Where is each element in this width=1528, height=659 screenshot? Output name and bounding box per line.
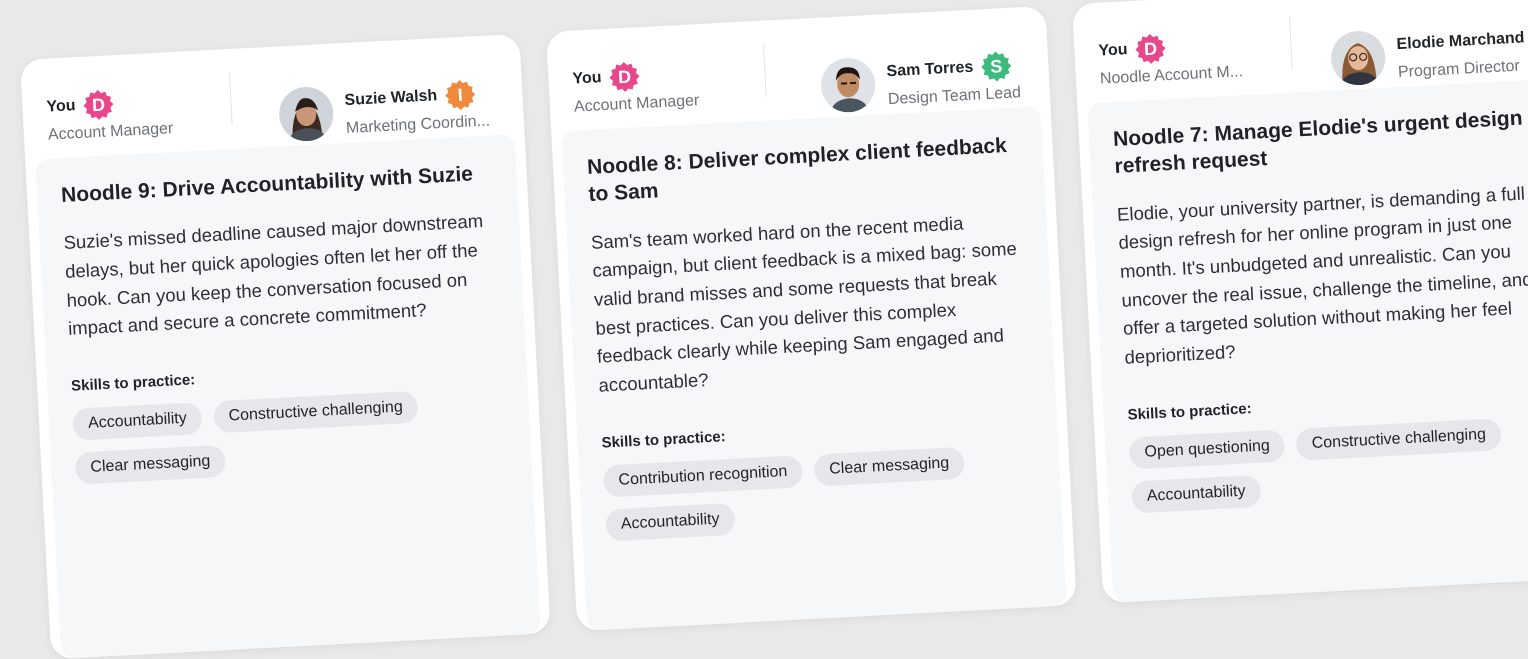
avatar: [819, 56, 877, 114]
skill-chip: Constructive challenging: [1295, 417, 1502, 461]
disc-badge-icon: D: [83, 89, 115, 121]
card-content: Noodle 8: Deliver complex client feedbac…: [561, 106, 1067, 631]
skill-chip: Constructive challenging: [212, 390, 419, 434]
scenario-card-suzie[interactable]: You D Account Manager Suzie Walsh I Mark…: [20, 33, 551, 659]
skill-chip: Clear messaging: [74, 444, 227, 485]
you-name: You: [46, 97, 76, 116]
scenario-title: Noodle 8: Deliver complex client feedbac…: [586, 134, 1008, 207]
counterpart-name: Elodie Marchand: [1396, 29, 1525, 54]
disc-badge-icon: I: [444, 79, 476, 111]
skill-chip: Accountability: [1131, 474, 1262, 514]
skills-list: Accountability Constructive challenging …: [72, 386, 507, 485]
counterpart-role: Program Director: [1397, 57, 1521, 82]
scenario-card-elodie[interactable]: You D Noodle Account M... Elodie Marchan: [1072, 0, 1528, 604]
scenario-card-sam[interactable]: You D Account Manager Sam Torres S Desig…: [546, 5, 1077, 632]
header-divider: [762, 44, 767, 97]
skills-label: Skills to practice:: [1127, 399, 1253, 424]
card-content: Noodle 7: Manage Elodie's urgent design …: [1087, 78, 1528, 603]
scenario-description: Elodie, your university partner, is dema…: [1116, 182, 1528, 368]
disc-badge-icon: D: [1135, 33, 1167, 65]
counterpart-role: Design Team Lead: [887, 84, 1022, 109]
counterpart-role: Marketing Coordin...: [345, 112, 491, 138]
counterpart-name: Suzie Walsh: [344, 87, 438, 110]
header-divider: [1288, 16, 1293, 69]
skill-chip: Open questioning: [1128, 429, 1286, 470]
disc-badge-icon: D: [609, 61, 641, 93]
disc-badge-icon: S: [981, 51, 1013, 83]
skill-chip: Clear messaging: [813, 446, 965, 487]
you-name: You: [572, 69, 602, 88]
skill-chip: Contribution recognition: [602, 454, 804, 498]
card-content: Noodle 9: Drive Accountability with Suzi…: [35, 134, 541, 659]
you-name: You: [1098, 41, 1128, 60]
skills-list: Open questioning Constructive challengin…: [1128, 415, 1528, 514]
skill-chip: Accountability: [72, 401, 203, 441]
skills-list: Contribution recognition Clear messaging…: [602, 443, 1038, 542]
avatar: [277, 85, 335, 143]
scenario-description: Suzie's missed deadline caused major dow…: [63, 210, 484, 340]
scenario-title: Noodle 7: Manage Elodie's urgent design …: [1112, 106, 1524, 179]
scenario-description: Sam's team worked hard on the recent med…: [590, 212, 1018, 396]
counterpart-name: Sam Torres: [886, 58, 974, 81]
skill-chip: Accountability: [605, 502, 736, 542]
you-role: Account Manager: [573, 92, 700, 116]
scenario-title: Noodle 9: Drive Accountability with Suzi…: [60, 162, 474, 208]
you-role: Account Manager: [47, 120, 174, 144]
header-divider: [228, 73, 233, 126]
you-role: Noodle Account M...: [1099, 63, 1244, 88]
avatar: [1329, 29, 1387, 87]
